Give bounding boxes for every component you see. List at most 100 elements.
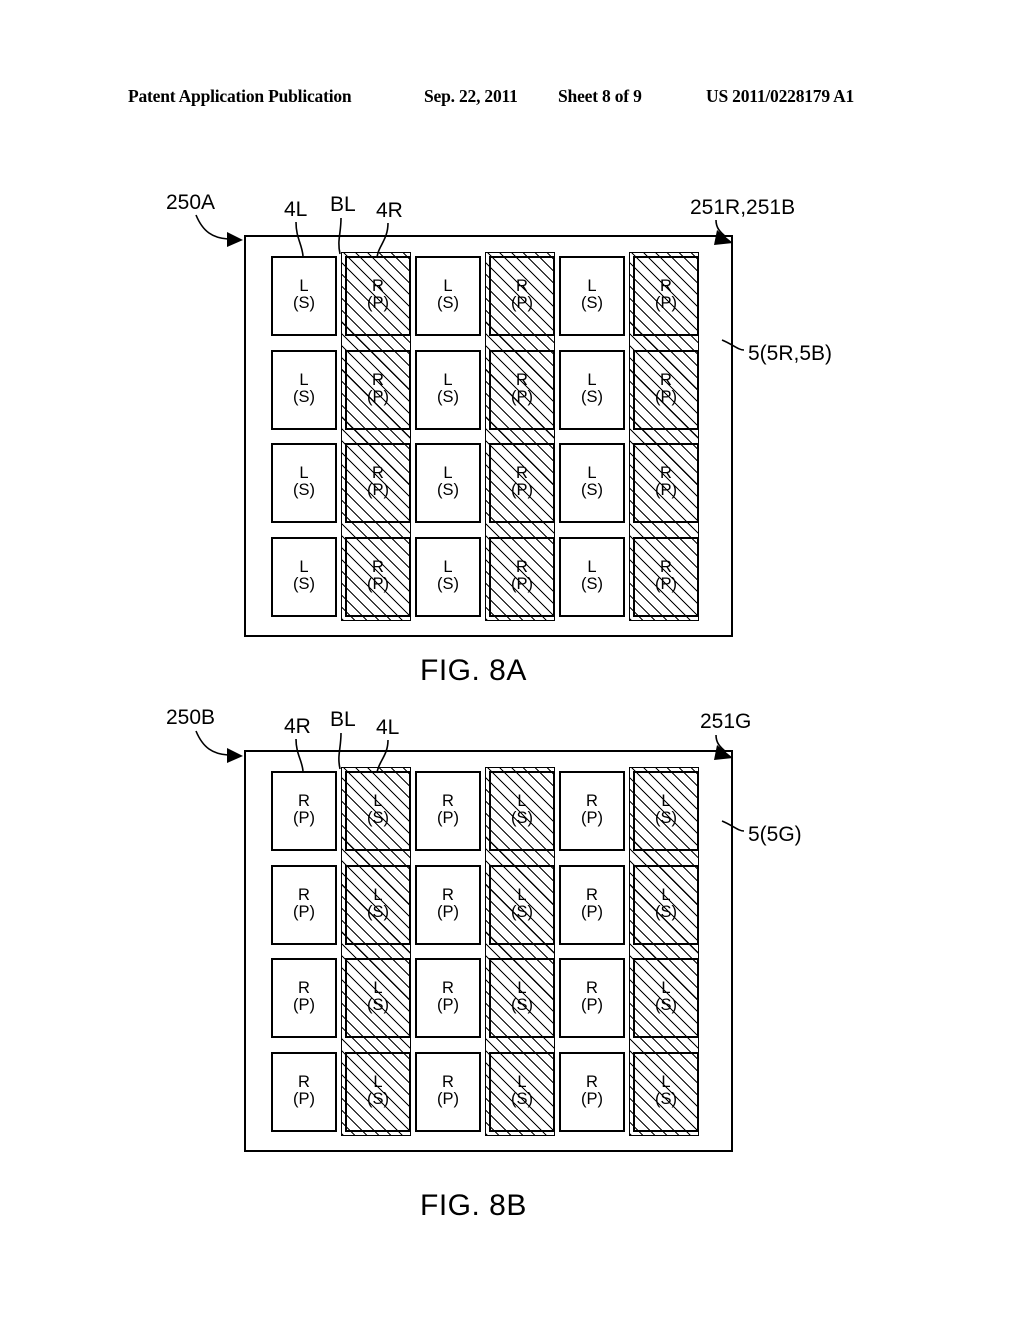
- cell-label: L (S): [633, 793, 699, 827]
- cell-label: R (P): [489, 278, 555, 312]
- cell-label-line1: L: [517, 792, 527, 810]
- cell-label-line1: L: [517, 885, 527, 904]
- cell-label-line1: R: [660, 370, 672, 389]
- cell-label-line1: L: [299, 277, 309, 295]
- cell-label: L (S): [271, 370, 337, 406]
- cell-label-line1: L: [443, 464, 453, 482]
- cell-label-line2: (P): [293, 1089, 315, 1108]
- cell-label-line2: (S): [293, 481, 315, 499]
- fig-8b-pixel-grid: R (P) R (P) R (P) R (P) L (S) L (S) L (S) L (S) R (P) R (P)…: [244, 750, 733, 1152]
- cell-label: L (S): [415, 465, 481, 499]
- cell-label-line1: R: [298, 885, 310, 904]
- header-publication-title: Patent Application Publication: [128, 86, 352, 106]
- cell-label-line2: (S): [367, 902, 389, 921]
- cell-label: R (P): [633, 557, 699, 593]
- cell-label-line1: L: [299, 370, 309, 389]
- cell-label-line2: (S): [511, 1089, 533, 1108]
- cell-label-line1: L: [661, 885, 671, 904]
- cell-label-line1: L: [587, 277, 597, 295]
- cell-label-line2: (P): [655, 574, 677, 593]
- cell-label-line1: R: [516, 464, 528, 482]
- cell-label-line1: R: [298, 792, 310, 810]
- cell-label-line1: R: [660, 464, 672, 482]
- cell-label-line1: L: [587, 557, 597, 576]
- cell-label: R (P): [345, 465, 411, 499]
- cell-label-line1: L: [587, 370, 597, 389]
- cell-label-line2: (S): [511, 809, 533, 827]
- cell-label-line2: (P): [367, 387, 389, 406]
- cell-label-line2: (S): [655, 902, 677, 921]
- cell-label-line1: R: [516, 557, 528, 576]
- cell-label-line1: L: [443, 557, 453, 576]
- fig-8b-label-BL: BL: [330, 708, 356, 731]
- cell-label: R (P): [271, 793, 337, 827]
- cell-label-line2: (S): [367, 1089, 389, 1108]
- cell-label-line1: R: [372, 464, 384, 482]
- cell-label: R (P): [559, 1072, 625, 1108]
- fig-8b-label-5-5G: 5(5G): [748, 823, 802, 846]
- cell-label-line2: (S): [581, 574, 603, 593]
- cell-label: R (P): [489, 371, 555, 406]
- cell-label-line1: R: [516, 277, 528, 295]
- cell-label: L (S): [345, 1072, 411, 1108]
- cell-label: L (S): [271, 278, 337, 312]
- cell-label: R (P): [271, 1073, 337, 1108]
- cell-label-line1: R: [298, 979, 310, 997]
- cell-label-line1: R: [586, 979, 598, 997]
- cell-label: R (P): [415, 793, 481, 827]
- cell-label: R (P): [489, 465, 555, 499]
- cell-label-line1: R: [586, 1072, 598, 1091]
- fig-8b-label-251G: 251G: [700, 710, 752, 733]
- cell-label: R (P): [559, 885, 625, 921]
- cell-label-line1: L: [373, 792, 383, 810]
- cell-label-line1: L: [443, 370, 453, 389]
- cell-label-line2: (S): [437, 387, 459, 406]
- cell-label: L (S): [271, 558, 337, 593]
- cell-label-line1: R: [586, 885, 598, 904]
- cell-label-line2: (P): [581, 1089, 603, 1108]
- cell-label-line1: R: [660, 277, 672, 295]
- cell-label: L (S): [559, 278, 625, 312]
- cell-label: R (P): [271, 980, 337, 1014]
- cell-label-line1: L: [373, 1072, 383, 1091]
- cell-label-line1: L: [517, 979, 527, 997]
- cell-label: L (S): [489, 793, 555, 827]
- cell-label: R (P): [633, 278, 699, 312]
- fig-8a-arrowhead-250A: [227, 232, 243, 247]
- fig-8b-leader-250B: [195, 730, 229, 756]
- cell-label-line2: (P): [437, 809, 459, 827]
- cell-label-line1: R: [442, 792, 454, 810]
- cell-label-line1: R: [660, 557, 672, 576]
- cell-label-line1: R: [586, 792, 598, 810]
- cell-label: R (P): [633, 465, 699, 499]
- cell-label-line2: (P): [581, 902, 603, 921]
- cell-label-line2: (S): [367, 809, 389, 827]
- fig-8b-label-4R: 4R: [284, 715, 311, 738]
- cell-label: L (S): [489, 980, 555, 1014]
- cell-label-line2: (P): [293, 809, 315, 827]
- cell-label: L (S): [271, 465, 337, 499]
- fig-8b-arrowhead-250B: [227, 748, 243, 763]
- fig-8a-label-4R: 4R: [376, 199, 403, 222]
- fig-8a-label-251R-251B: 251R,251B: [690, 196, 796, 219]
- cell-label-line2: (P): [437, 996, 459, 1014]
- fig-8a-label-BL: BL: [330, 193, 356, 216]
- header-document-number: US 2011/0228179 A1: [706, 86, 855, 106]
- cell-label-line2: (S): [511, 996, 533, 1014]
- fig-8a-pixel-grid: L (S) L (S) L (S) L (S) R (P) R (P) R (P) R (P) L (S) L (S)…: [244, 235, 733, 637]
- cell-label-line2: (P): [367, 294, 389, 312]
- header-date: Sep. 22, 2011: [424, 86, 518, 106]
- cell-label-line2: (P): [293, 996, 315, 1014]
- cell-label-line1: L: [373, 885, 383, 904]
- cell-label-line2: (P): [655, 387, 677, 406]
- fig-8a-label-4L: 4L: [284, 198, 308, 221]
- fig-8a-leader-250A: [195, 214, 229, 240]
- cell-label: L (S): [345, 885, 411, 921]
- cell-label: R (P): [415, 980, 481, 1014]
- cell-label-line2: (S): [581, 387, 603, 406]
- cell-label-line1: L: [587, 464, 597, 482]
- cell-label-line2: (P): [511, 481, 533, 499]
- cell-label-line1: R: [442, 1072, 454, 1091]
- cell-label: L (S): [559, 370, 625, 406]
- cell-label-line1: L: [443, 277, 453, 295]
